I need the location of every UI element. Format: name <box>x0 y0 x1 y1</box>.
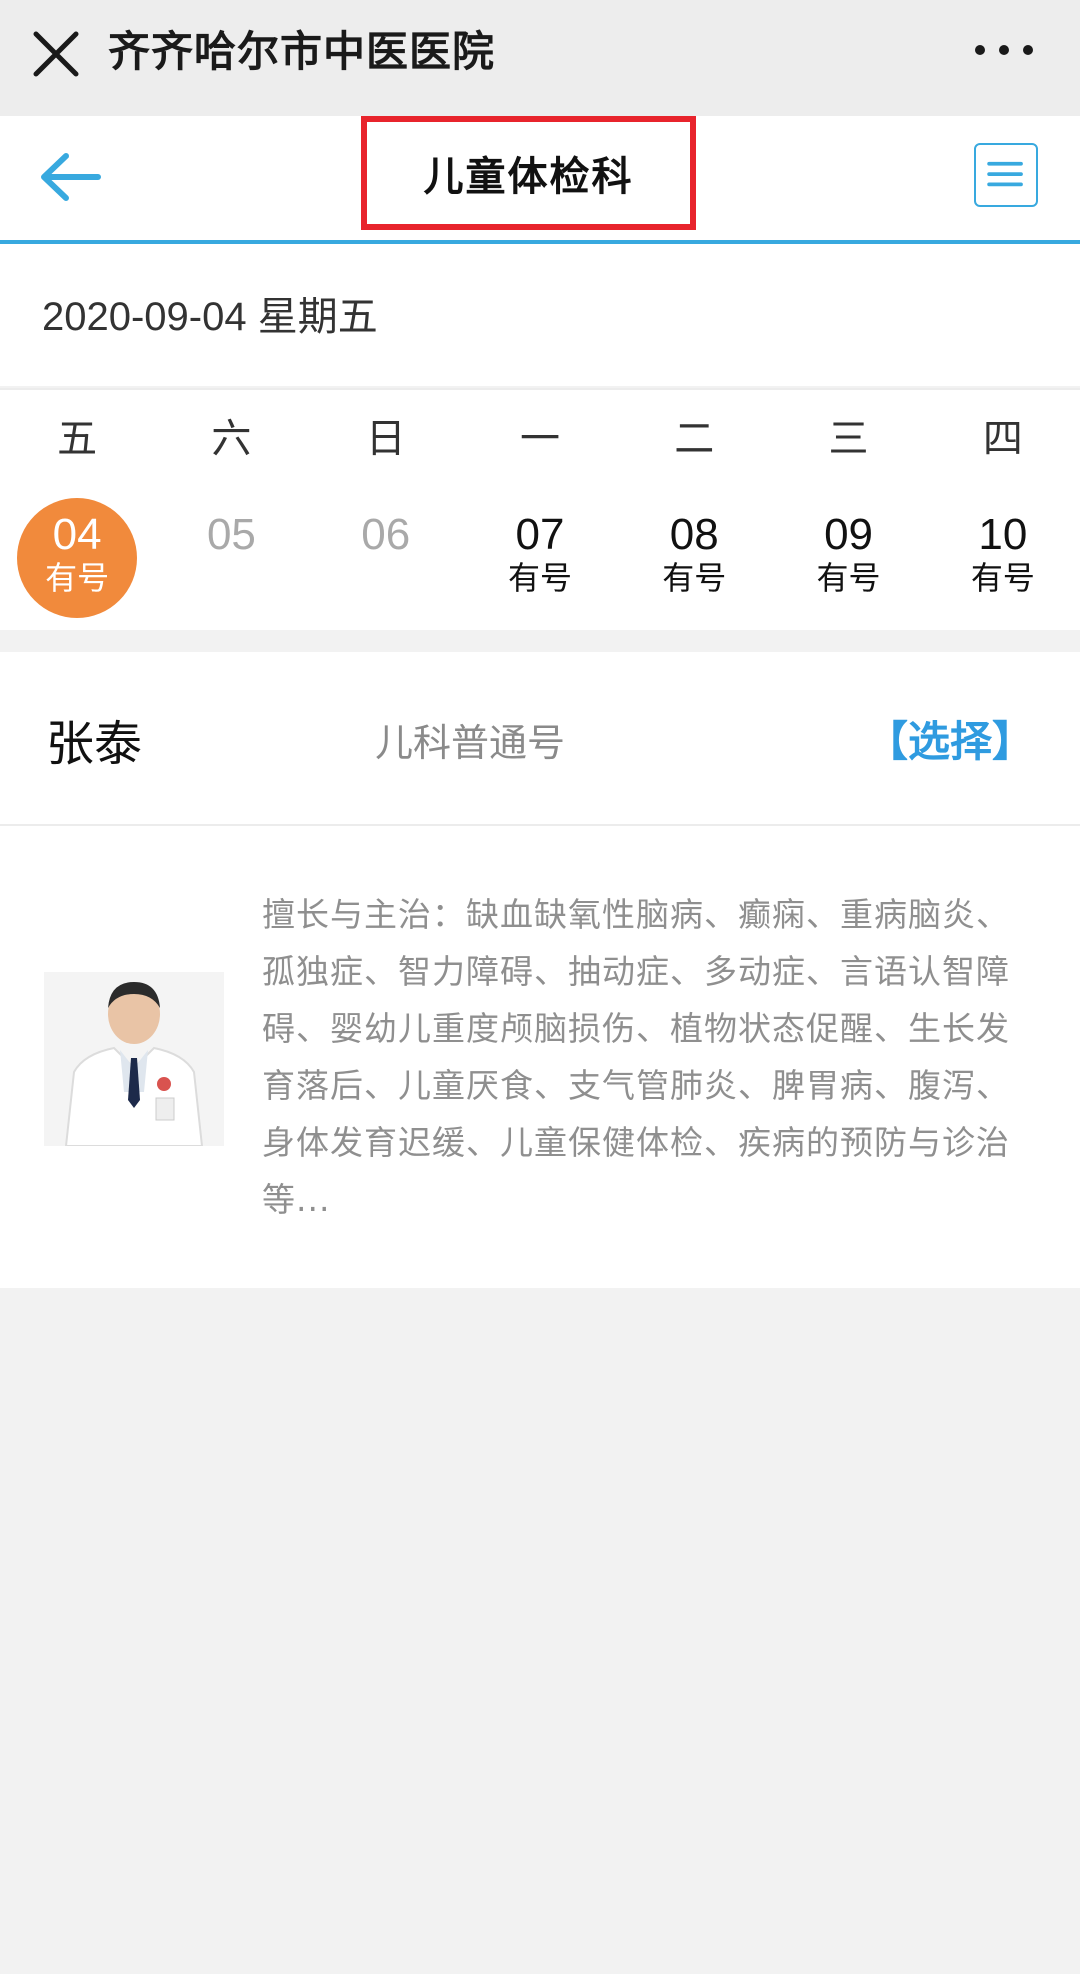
department-title: 儿童体检科 <box>423 154 634 200</box>
doctor-detail: 擅长与主治：缺血缺氧性脑病、癫痫、重病脑炎、 孤独症、智力障碍、抽动症、多动症、… <box>0 826 1080 1288</box>
wechat-page-title: 齐齐哈尔市中医医院 <box>108 27 496 76</box>
date-number: 04 <box>52 510 102 559</box>
date-number: 09 <box>824 510 874 559</box>
weekday-label: 二 <box>674 416 715 462</box>
current-date-row: 2020-09-04 星期五 <box>0 244 1080 386</box>
availability-label: 有号 <box>816 559 881 597</box>
date-option[interactable]: 08 有号 <box>617 480 771 630</box>
date-option[interactable]: 10 有号 <box>926 480 1080 630</box>
availability-label: 有号 <box>507 559 572 597</box>
date-option[interactable]: 07 有号 <box>463 480 617 630</box>
page-header: 儿童体检科 <box>0 116 1080 244</box>
date-option-disabled: 05 <box>154 480 308 630</box>
doctor-row: 张泰 儿科普通号 【选择】 <box>0 652 1080 826</box>
date-number: 07 <box>515 510 565 559</box>
menu-button[interactable] <box>974 143 1038 207</box>
weekday-label: 三 <box>828 416 869 462</box>
availability-label: 有号 <box>970 559 1035 597</box>
doctor-specialty-description: 擅长与主治：缺血缺氧性脑病、癫痫、重病脑炎、 孤独症、智力障碍、抽动症、多动症、… <box>262 895 1010 1219</box>
weekday-label: 五 <box>57 416 98 462</box>
date-number: 06 <box>361 510 411 559</box>
date-number: 08 <box>669 510 719 559</box>
weekday-header: 五 六 日 一 二 三 四 <box>0 388 1080 482</box>
date-option-selected[interactable]: 04 有号 <box>0 480 154 630</box>
doctor-name: 张泰 <box>46 716 143 772</box>
current-date: 2020-09-04 星期五 <box>42 295 378 339</box>
availability-label: 有号 <box>45 559 110 597</box>
date-number: 05 <box>206 510 256 559</box>
weekday-label: 六 <box>211 416 252 462</box>
doctor-photo <box>44 972 224 1146</box>
registration-type: 儿科普通号 <box>375 721 566 765</box>
select-button[interactable]: 【选择】 <box>866 708 1034 769</box>
title-highlight-box: 儿童体检科 <box>361 116 696 230</box>
date-number: 10 <box>978 510 1028 559</box>
doctor-portrait-illustration <box>44 972 224 1146</box>
date-option-disabled: 06 <box>309 480 463 630</box>
wechat-title-bar: 齐齐哈尔市中医医院 <box>0 0 1080 116</box>
weekday-label: 日 <box>365 416 406 462</box>
weekday-label: 四 <box>982 416 1023 462</box>
date-picker-row: 04 有号 05 06 07 有号 08 有号 09 有号 10 有号 <box>0 480 1080 630</box>
more-icon[interactable] <box>968 30 1040 70</box>
arrow-left-icon[interactable] <box>36 148 106 206</box>
availability-label: 有号 <box>662 559 727 597</box>
menu-icon <box>987 161 1023 187</box>
date-option[interactable]: 09 有号 <box>771 480 925 630</box>
close-icon[interactable] <box>28 26 84 82</box>
weekday-label: 一 <box>519 416 560 462</box>
